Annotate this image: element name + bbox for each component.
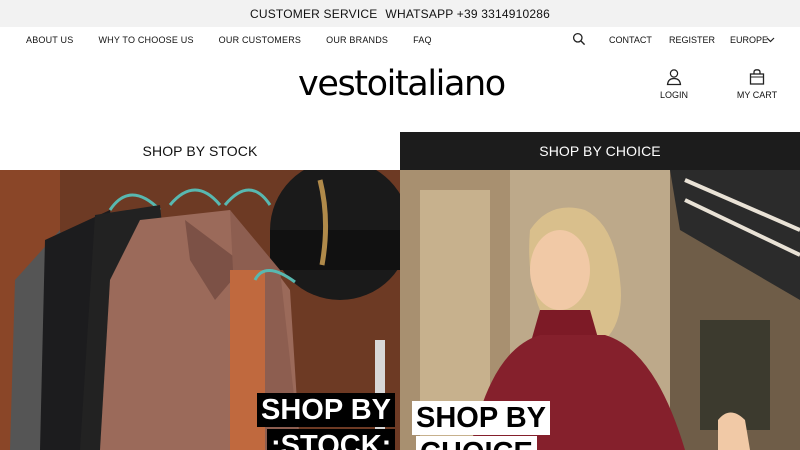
- region-selector[interactable]: EUROPE: [730, 35, 768, 45]
- login-label: LOGIN: [659, 90, 688, 100]
- nav-contact[interactable]: CONTACT: [609, 35, 652, 45]
- search-icon[interactable]: [572, 32, 586, 46]
- nav-why-choose-us[interactable]: WHY TO CHOOSE US: [98, 35, 193, 45]
- site-logo[interactable]: vestoitaliano: [298, 64, 506, 104]
- choice-caption-line1: SHOP BY: [412, 401, 551, 435]
- shop-mode-tabs: SHOP BY STOCK SHOP BY CHOICE: [0, 132, 800, 170]
- nav-faq[interactable]: FAQ: [413, 35, 432, 45]
- chevron-down-icon[interactable]: [766, 35, 775, 44]
- nav-our-brands[interactable]: OUR BRANDS: [326, 35, 388, 45]
- stock-caption-line1: SHOP BY: [257, 393, 396, 427]
- cart-label: MY CART: [736, 90, 778, 100]
- nav-our-customers[interactable]: OUR CUSTOMERS: [219, 35, 301, 45]
- shop-by-choice-panel[interactable]: SHOP BY CHOICE: [400, 170, 800, 450]
- nav-left-links: ABOUT US WHY TO CHOOSE US OUR CUSTOMERS …: [26, 35, 457, 45]
- stock-caption-line2: :STOCK:: [267, 429, 396, 450]
- nav-register[interactable]: REGISTER: [669, 35, 715, 45]
- bag-icon: [749, 69, 765, 85]
- choice-caption-line2: CHOICE: [416, 436, 537, 450]
- customer-service-link[interactable]: CUSTOMER SERVICE: [250, 7, 377, 21]
- top-info-bar: CUSTOMER SERVICE WHATSAPP +39 3314910286: [0, 0, 800, 27]
- shop-by-stock-panel[interactable]: SHOP BY :STOCK:: [0, 170, 400, 450]
- user-icon: [666, 69, 682, 86]
- tab-shop-by-stock[interactable]: SHOP BY STOCK: [0, 132, 400, 170]
- login-button[interactable]: LOGIN: [656, 68, 692, 100]
- tab-shop-by-choice[interactable]: SHOP BY CHOICE: [400, 132, 800, 170]
- cart-button[interactable]: MY CART: [735, 68, 779, 100]
- whatsapp-link[interactable]: WHATSAPP +39 3314910286: [385, 7, 550, 21]
- nav-about-us[interactable]: ABOUT US: [26, 35, 73, 45]
